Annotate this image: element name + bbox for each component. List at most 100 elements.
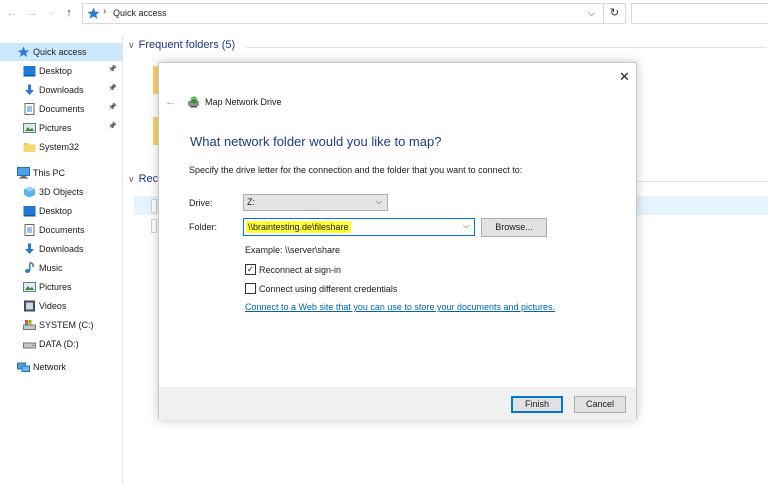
sidebar-item-system-c[interactable]: SYSTEM (C:) <box>0 316 122 334</box>
group-divider <box>246 47 766 48</box>
dialog-title: Map Network Drive <box>205 97 282 107</box>
finish-button[interactable]: Finish <box>511 396 563 413</box>
sidebar-item-label: 3D Objects <box>39 187 84 197</box>
videos-icon <box>23 300 36 312</box>
sidebar-item-pictures[interactable]: Pictures <box>0 278 122 296</box>
folder-input[interactable]: \\braintesting.de\fileshare ⌵ <box>243 218 475 236</box>
folder-example-text: Example: \\server\share <box>245 245 341 255</box>
breadcrumb-separator: › <box>103 6 107 17</box>
network-icon <box>17 361 30 373</box>
computer-icon <box>17 167 30 179</box>
drive-value: Z: <box>247 197 255 207</box>
sidebar-item-music[interactable]: Music <box>0 259 122 277</box>
dialog-description: Specify the drive letter for the connect… <box>189 165 523 175</box>
frequent-folders-header[interactable]: ∨ Frequent folders (5) <box>128 39 235 51</box>
pin-icon[interactable]: 📌 <box>108 122 117 130</box>
documents-icon <box>23 103 36 115</box>
sidebar-item-label: System32 <box>39 142 80 152</box>
sidebar-item-label: Documents <box>39 104 85 114</box>
sidebar-item-label: SYSTEM (C:) <box>39 320 94 330</box>
recent-locations-chevron-icon[interactable]: ⌵ <box>44 6 58 20</box>
map-network-drive-dialog: ✕ ← Map Network Drive What network folde… <box>158 62 637 420</box>
sidebar-item-quick-access[interactable]: Quick access <box>0 43 122 61</box>
downloads-arrow-icon <box>23 84 36 96</box>
back-arrow-icon[interactable]: ← <box>5 6 19 20</box>
chevron-down-icon: ⌵ <box>375 197 382 206</box>
sidebar-item-label: Videos <box>39 301 67 311</box>
up-arrow-icon[interactable]: ↑ <box>62 6 76 20</box>
pin-icon[interactable]: 📌 <box>108 65 117 73</box>
sidebar-item-videos[interactable]: Videos <box>0 297 122 315</box>
forward-arrow-icon[interactable]: → <box>25 6 39 20</box>
drive-icon <box>23 338 36 350</box>
network-drive-icon <box>188 96 199 108</box>
address-dropdown-icon[interactable]: ⌵ <box>588 8 595 19</box>
search-input[interactable] <box>631 3 768 24</box>
folder-label: Folder: <box>189 222 218 232</box>
pictures-icon <box>23 122 36 134</box>
drive-label: Drive: <box>189 198 213 208</box>
desktop-folder-icon <box>23 205 36 217</box>
file-icon <box>151 199 157 213</box>
sidebar-item-documents[interactable]: Documents 📌 <box>0 100 122 118</box>
sidebar-item-network[interactable]: Network <box>0 358 122 376</box>
web-site-link[interactable]: Connect to a Web site that you can use t… <box>245 302 555 312</box>
different-credentials-checkbox[interactable] <box>245 283 256 294</box>
frequent-folders-label: Frequent folders (5) <box>138 39 236 51</box>
sidebar-item-downloads[interactable]: Downloads 📌 <box>0 81 122 99</box>
sidebar-item-system32[interactable]: System32 <box>0 138 122 156</box>
recent-files-label: Rec <box>138 173 159 185</box>
different-credentials-label[interactable]: Connect using different credentials <box>259 284 397 294</box>
sidebar-item-label: Documents <box>39 225 85 235</box>
star-icon <box>17 46 30 58</box>
cancel-button[interactable]: Cancel <box>574 396 626 413</box>
sidebar-item-documents[interactable]: Documents <box>0 221 122 239</box>
browse-button[interactable]: Browse... <box>481 218 547 237</box>
navigation-pane: Quick access Desktop 📌 Downloads 📌 Documents 📌… <box>0 36 123 485</box>
chevron-down-icon: ∨ <box>128 174 135 184</box>
star-icon <box>87 7 100 19</box>
sidebar-item-label: DATA (D:) <box>39 339 79 349</box>
pin-icon[interactable]: 📌 <box>108 84 117 92</box>
music-note-icon <box>23 261 36 274</box>
sidebar-item-label: Pictures <box>39 123 72 133</box>
sidebar-item-label: Quick access <box>33 47 87 57</box>
sidebar-item-3d-objects[interactable]: 3D Objects <box>0 183 122 201</box>
address-toolbar: ← → ⌵ ↑ › Quick access ⌵ ↻ <box>0 0 768 28</box>
dialog-footer: Finish Cancel <box>159 387 636 420</box>
breadcrumb-path[interactable]: Quick access <box>113 8 167 18</box>
address-bar[interactable]: › Quick access ⌵ ↻ <box>82 3 626 24</box>
drive-select[interactable]: Z: ⌵ <box>243 194 388 211</box>
sidebar-item-label: Network <box>33 362 67 372</box>
pictures-icon <box>23 281 36 293</box>
refresh-icon[interactable]: ↻ <box>603 4 625 23</box>
sidebar-item-data-d[interactable]: DATA (D:) <box>0 335 122 353</box>
desktop-folder-icon <box>23 65 36 77</box>
chevron-down-icon[interactable]: ⌵ <box>463 221 469 231</box>
close-icon[interactable]: ✕ <box>619 69 630 85</box>
sidebar-item-label: Pictures <box>39 282 72 292</box>
sidebar-item-desktop[interactable]: Desktop 📌 <box>0 62 122 80</box>
sidebar-item-label: Desktop <box>39 206 73 216</box>
reconnect-label[interactable]: Reconnect at sign-in <box>259 265 341 275</box>
documents-icon <box>23 224 36 236</box>
recent-files-header[interactable]: ∨ Rec <box>128 173 158 185</box>
sidebar-item-label: Music <box>39 263 63 273</box>
reconnect-checkbox[interactable]: ✓ <box>245 264 256 275</box>
sidebar-item-downloads[interactable]: Downloads <box>0 240 122 258</box>
sidebar-item-desktop[interactable]: Desktop <box>0 202 122 220</box>
group-divider <box>637 181 768 182</box>
pin-icon[interactable]: 📌 <box>108 103 117 111</box>
folder-icon <box>23 141 36 153</box>
sidebar-item-label: This PC <box>33 168 66 178</box>
back-arrow-icon[interactable]: ← <box>165 96 176 108</box>
sidebar-item-label: Downloads <box>39 85 84 95</box>
file-icon <box>151 219 157 233</box>
folder-value-highlighted: \\braintesting.de\fileshare <box>246 221 351 233</box>
chevron-down-icon: ∨ <box>128 40 135 50</box>
sidebar-item-pictures[interactable]: Pictures 📌 <box>0 119 122 137</box>
sidebar-item-this-pc[interactable]: This PC <box>0 164 122 182</box>
downloads-arrow-icon <box>23 243 36 255</box>
sidebar-item-label: Desktop <box>39 66 73 76</box>
dialog-heading: What network folder would you like to ma… <box>190 134 442 149</box>
